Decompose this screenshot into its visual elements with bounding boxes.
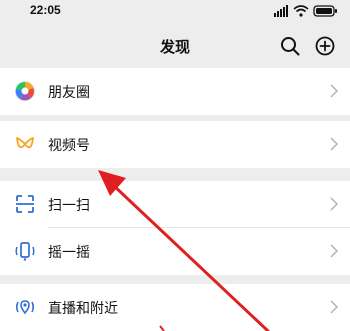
menu-item-live-nearby[interactable]: 直播和附近 (0, 284, 350, 331)
chevron-right-icon (330, 84, 338, 98)
menu-item-label: 直播和附近 (48, 301, 118, 317)
menu-item-scan[interactable]: 扫一扫 (0, 181, 350, 228)
nav-bar: 发现 (0, 24, 350, 68)
chevron-right-icon (330, 197, 338, 211)
status-icons (274, 5, 337, 17)
search-icon[interactable] (279, 35, 301, 57)
add-circle-icon[interactable] (314, 35, 336, 57)
menu-item-label: 朋友圈 (48, 85, 90, 101)
menu-item-label: 摇一摇 (48, 245, 90, 261)
menu-item-moments[interactable]: 朋友圈 (0, 68, 350, 115)
chevron-right-icon (330, 137, 338, 151)
menu-item-shake[interactable]: 摇一摇 (0, 228, 350, 275)
shake-icon (15, 242, 35, 261)
menu-item-label: 扫一扫 (48, 198, 90, 214)
menu-item-channels[interactable]: 视频号 (0, 121, 350, 168)
moments-icon (15, 81, 35, 101)
status-time: 22:05 (30, 3, 61, 17)
signal-icon (274, 5, 288, 17)
menu-item-label: 视频号 (48, 138, 90, 154)
battery-icon (313, 5, 337, 17)
chevron-right-icon (330, 300, 338, 314)
channels-icon (16, 137, 34, 149)
wifi-icon (293, 5, 309, 17)
chevron-right-icon (330, 244, 338, 258)
scan-icon (16, 195, 34, 213)
live-nearby-icon (15, 300, 35, 315)
status-bar: 22:05 (0, 0, 350, 24)
